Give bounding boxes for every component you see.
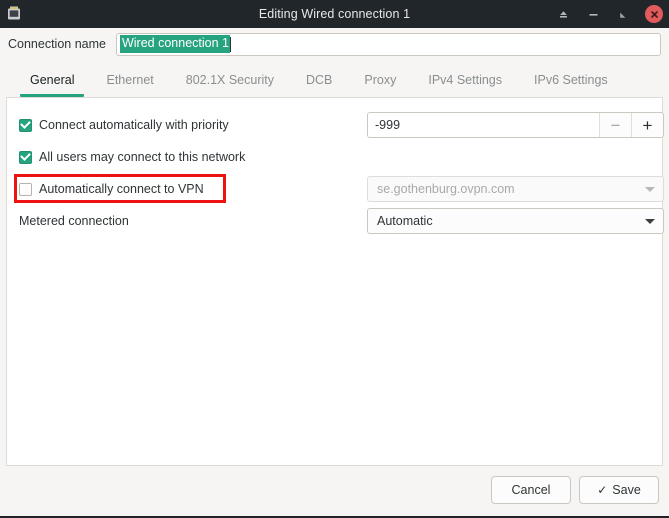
close-icon[interactable] (645, 5, 663, 23)
priority-decrement-button[interactable]: − (599, 113, 631, 137)
all-users-row: All users may connect to this network (19, 141, 652, 173)
connection-name-label: Connection name (8, 37, 106, 51)
tab-general[interactable]: General (14, 64, 90, 97)
priority-spinner[interactable]: -999 − + (367, 112, 664, 138)
tab-ethernet[interactable]: Ethernet (90, 64, 169, 97)
connect-automatically-row: Connect automatically with priority -999… (19, 109, 664, 141)
general-form: Connect automatically with priority -999… (7, 98, 664, 237)
tab-ipv4-settings[interactable]: IPv4 Settings (412, 64, 518, 97)
metered-connection-dropdown[interactable]: Automatic (367, 208, 664, 234)
text-caret (230, 36, 231, 52)
connection-name-input[interactable]: Wired connection 1 (115, 32, 661, 56)
metered-connection-label: Metered connection (19, 214, 129, 228)
ethernet-port-icon (5, 5, 23, 23)
save-button[interactable]: ✓ Save (579, 476, 659, 504)
save-button-label: Save (612, 483, 641, 497)
general-tab-panel: Connect automatically with priority -999… (6, 98, 664, 466)
tab-dcb[interactable]: DCB (290, 64, 348, 97)
checkbox-checked-icon (19, 118, 32, 132)
vpn-connection-dropdown[interactable]: se.gothenburg.ovpn.com (367, 176, 664, 202)
metered-connection-value: Automatic (377, 214, 433, 228)
minimize-icon[interactable] (585, 6, 602, 23)
shade-icon[interactable] (555, 6, 572, 23)
tab-bar: General Ethernet 802.1X Security DCB Pro… (6, 64, 663, 98)
priority-value[interactable]: -999 (368, 113, 599, 137)
settings-notebook: General Ethernet 802.1X Security DCB Pro… (6, 64, 664, 466)
metered-connection-row: Metered connection Automatic (19, 205, 664, 237)
vpn-connection-value: se.gothenburg.ovpn.com (377, 182, 515, 196)
tab-802-1x-security[interactable]: 802.1X Security (170, 64, 290, 97)
checkbox-checked-icon (19, 150, 32, 164)
connect-automatically-checkbox[interactable]: Connect automatically with priority (19, 118, 229, 132)
cancel-button[interactable]: Cancel (491, 476, 571, 504)
all-users-label: All users may connect to this network (39, 150, 246, 164)
window-titlebar[interactable]: Editing Wired connection 1 (0, 0, 669, 28)
connect-automatically-label: Connect automatically with priority (39, 118, 229, 132)
auto-vpn-checkbox[interactable]: Automatically connect to VPN (19, 182, 204, 196)
check-icon: ✓ (597, 483, 608, 497)
tab-proxy[interactable]: Proxy (348, 64, 412, 97)
connection-name-row: Connection name Wired connection 1 (0, 28, 669, 60)
tab-ipv6-settings[interactable]: IPv6 Settings (518, 64, 624, 97)
chevron-down-icon (645, 186, 655, 192)
dialog-footer: Cancel ✓ Save (0, 466, 669, 516)
maximize-restore-icon[interactable] (615, 6, 632, 23)
editing-connection-window: Editing Wired connection 1 Connection na… (0, 0, 669, 518)
all-users-checkbox[interactable]: All users may connect to this network (19, 150, 245, 164)
window-controls (555, 5, 663, 23)
connection-name-value: Wired connection 1 (119, 35, 230, 53)
priority-increment-button[interactable]: + (631, 113, 663, 137)
auto-vpn-row: Automatically connect to VPN se.gothenbu… (14, 173, 664, 205)
auto-vpn-label: Automatically connect to VPN (39, 182, 204, 196)
checkbox-unchecked-icon (19, 182, 32, 196)
chevron-down-icon (645, 218, 655, 224)
